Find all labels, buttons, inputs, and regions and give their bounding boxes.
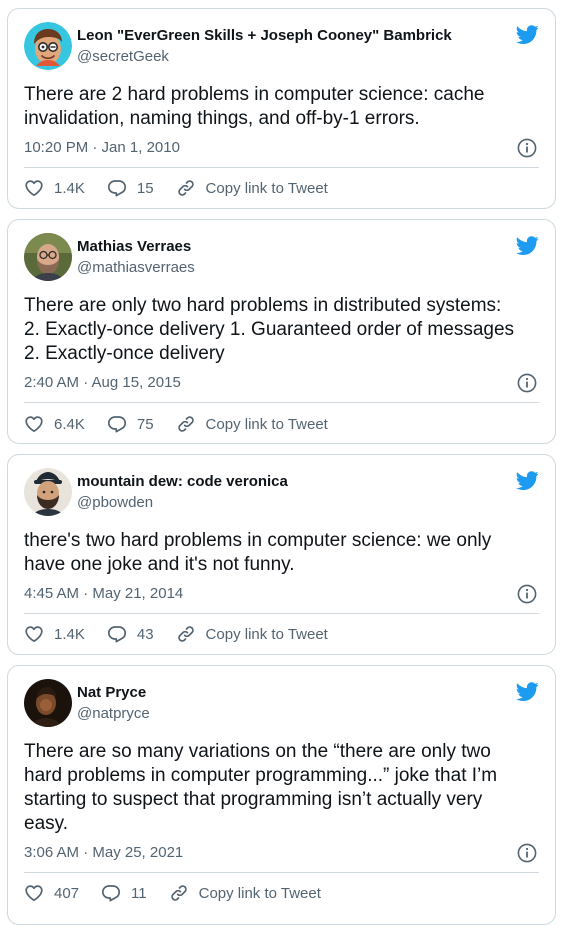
twitter-bird-icon[interactable] xyxy=(515,23,539,47)
reply-icon xyxy=(107,624,127,644)
reply-icon xyxy=(107,178,127,198)
heart-icon xyxy=(24,178,44,198)
copy-link-label: Copy link to Tweet xyxy=(205,179,328,197)
reply-button[interactable]: 75 xyxy=(107,414,154,434)
like-button[interactable]: 407 xyxy=(24,883,79,903)
author-name[interactable]: Leon "EverGreen Skills + Joseph Cooney" … xyxy=(77,27,452,44)
twitter-bird-icon[interactable] xyxy=(515,469,539,493)
tweet-text: There are only two hard problems in dist… xyxy=(24,295,515,364)
like-count: 407 xyxy=(54,884,80,902)
tweet-actions: 407 11 Copy link to Tweet xyxy=(24,882,539,904)
link-icon xyxy=(169,883,189,903)
author-handle[interactable]: @secretGeek xyxy=(77,48,169,65)
tweet-text: there's two hard problems in computer sc… xyxy=(24,530,492,575)
reply-count: 75 xyxy=(136,415,154,433)
heart-icon xyxy=(24,624,44,644)
tweet-card[interactable]: Mathias Verraes @mathiasverraes There ar… xyxy=(7,219,556,444)
reply-button[interactable]: 43 xyxy=(107,624,154,644)
reply-count: 11 xyxy=(131,884,147,902)
twitter-bird-icon[interactable] xyxy=(515,234,539,258)
copy-link-label: Copy link to Tweet xyxy=(205,415,328,433)
author-name[interactable]: Mathias Verraes xyxy=(77,238,191,255)
tweet-actions: 6.4K 75 Copy link to Tweet xyxy=(24,413,539,435)
reply-button[interactable]: 15 xyxy=(107,178,154,198)
author-handle[interactable]: @mathiasverraes xyxy=(77,259,195,276)
copy-link-button[interactable]: Copy link to Tweet xyxy=(169,883,321,903)
avatar[interactable] xyxy=(24,468,72,516)
avatar[interactable] xyxy=(24,679,72,727)
author-name[interactable]: Nat Pryce xyxy=(77,684,146,701)
reply-icon xyxy=(107,414,127,434)
info-icon[interactable] xyxy=(517,138,537,158)
author-handle[interactable]: @natpryce xyxy=(77,705,150,722)
avatar[interactable] xyxy=(24,233,72,281)
info-icon[interactable] xyxy=(517,584,537,604)
link-icon xyxy=(176,414,196,434)
link-icon xyxy=(176,624,196,644)
copy-link-label: Copy link to Tweet xyxy=(198,884,321,902)
tweet-timestamp[interactable]: 2:40 AM · Aug 15, 2015 xyxy=(24,374,181,391)
like-count: 1.4K xyxy=(54,179,85,197)
reply-count: 15 xyxy=(136,179,154,197)
like-button[interactable]: 6.4K xyxy=(24,414,85,434)
copy-link-button[interactable]: Copy link to Tweet xyxy=(176,178,328,198)
reply-icon xyxy=(101,883,121,903)
link-icon xyxy=(176,178,196,198)
tweet-timestamp[interactable]: 10:20 PM · Jan 1, 2010 xyxy=(24,139,180,156)
heart-icon xyxy=(24,883,44,903)
twitter-bird-icon[interactable] xyxy=(515,680,539,704)
tweet-actions: 1.4K 15 Copy link to Tweet xyxy=(24,177,539,199)
divider xyxy=(24,402,539,403)
like-count: 1.4K xyxy=(54,625,85,643)
divider xyxy=(24,613,539,614)
copy-link-label: Copy link to Tweet xyxy=(205,625,328,643)
author-handle[interactable]: @pbowden xyxy=(77,494,153,511)
copy-link-button[interactable]: Copy link to Tweet xyxy=(176,414,328,434)
avatar[interactable] xyxy=(24,22,72,70)
tweet-text: There are 2 hard problems in computer sc… xyxy=(24,84,485,129)
tweet-timestamp[interactable]: 3:06 AM · May 25, 2021 xyxy=(24,844,183,861)
info-icon[interactable] xyxy=(517,373,537,393)
author-name[interactable]: mountain dew: code veronica xyxy=(77,473,288,490)
like-button[interactable]: 1.4K xyxy=(24,624,85,644)
divider xyxy=(24,167,539,168)
divider xyxy=(24,872,539,873)
tweet-card[interactable]: mountain dew: code veronica @pbowden the… xyxy=(7,454,556,655)
tweet-card[interactable]: Nat Pryce @natpryce There are so many va… xyxy=(7,665,556,925)
like-count: 6.4K xyxy=(54,415,85,433)
tweet-card[interactable]: Leon "EverGreen Skills + Joseph Cooney" … xyxy=(7,8,556,209)
copy-link-button[interactable]: Copy link to Tweet xyxy=(176,624,328,644)
tweet-text: There are so many variations on the “the… xyxy=(24,741,498,834)
tweet-timestamp[interactable]: 4:45 AM · May 21, 2014 xyxy=(24,585,183,602)
like-button[interactable]: 1.4K xyxy=(24,178,85,198)
reply-count: 43 xyxy=(136,625,154,643)
reply-button[interactable]: 11 xyxy=(101,883,147,903)
heart-icon xyxy=(24,414,44,434)
info-icon[interactable] xyxy=(517,843,537,863)
tweet-actions: 1.4K 43 Copy link to Tweet xyxy=(24,623,539,645)
